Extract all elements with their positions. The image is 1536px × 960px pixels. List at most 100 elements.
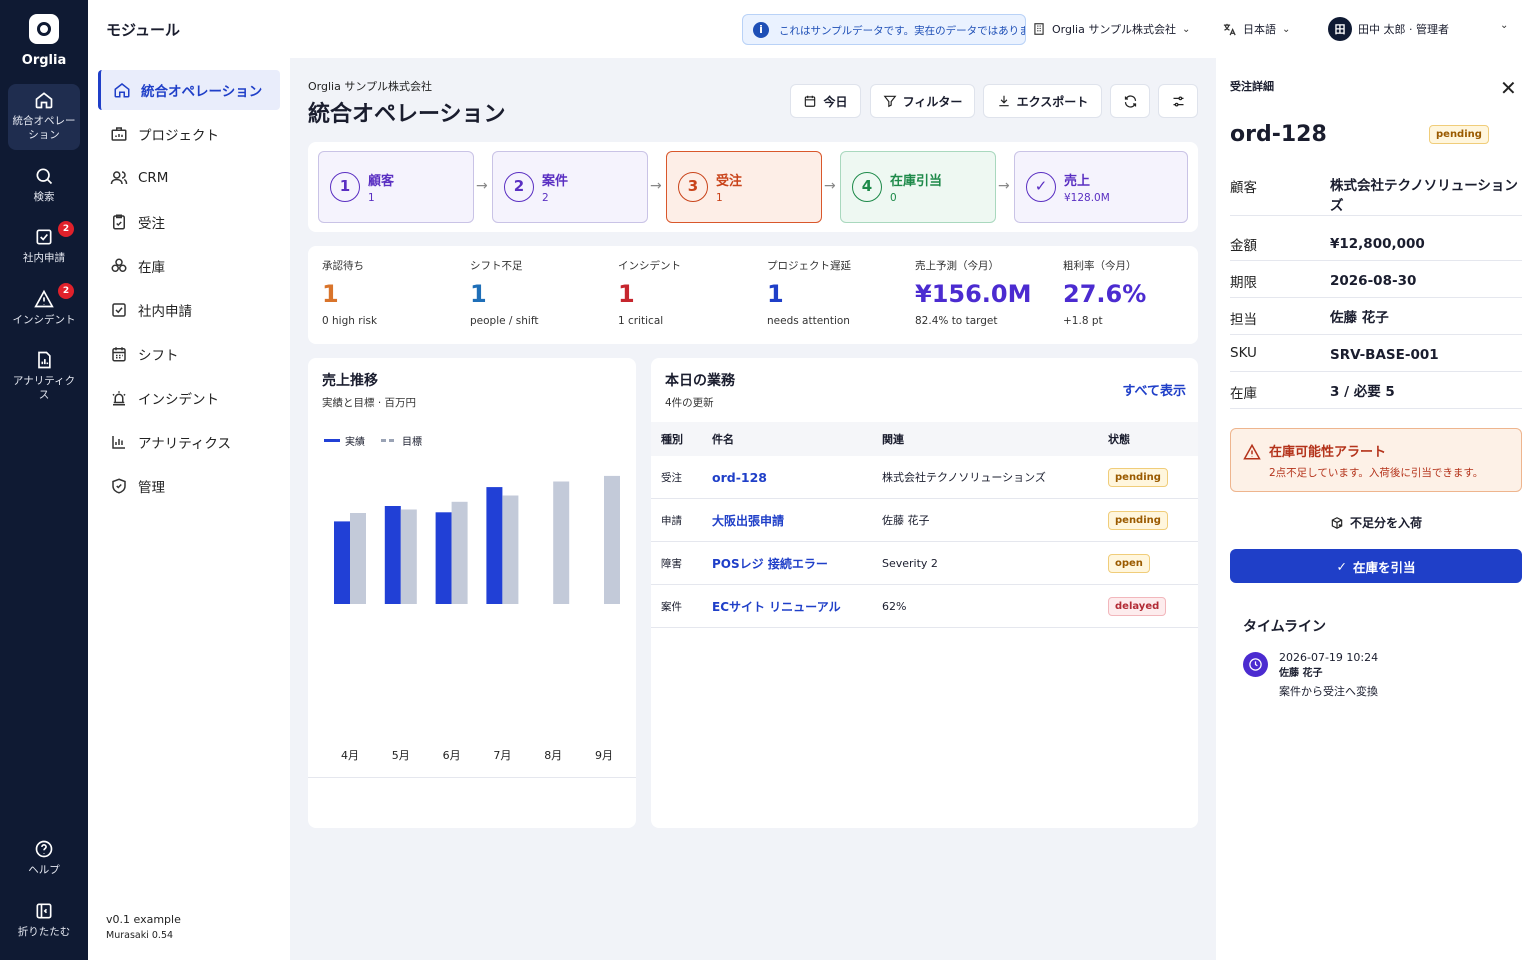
field-label: 担当 bbox=[1230, 312, 1257, 328]
bar-actual[interactable] bbox=[384, 506, 401, 604]
version-label: v0.1 example bbox=[106, 913, 181, 926]
kpi-shift-shortage[interactable]: シフト不足 1 people / shift bbox=[470, 258, 538, 327]
timeline-time: 2026-07-19 10:24 bbox=[1279, 651, 1379, 664]
order-detail-panel: 受注詳細 ✕ ord-128 pending 顧客 株式会社テクノソリューション… bbox=[1216, 58, 1536, 960]
bar-actual[interactable] bbox=[334, 521, 350, 604]
nav-item-projects[interactable]: プロジェクト bbox=[98, 114, 280, 154]
kpi-value: 1 bbox=[322, 280, 339, 308]
nav-item-label: インシデント bbox=[138, 392, 219, 408]
export-button[interactable]: エクスポート bbox=[983, 84, 1102, 118]
users-icon bbox=[110, 171, 128, 185]
filter-icon bbox=[883, 95, 897, 108]
receive-shortage-button[interactable]: 不足分を入荷 bbox=[1230, 514, 1522, 531]
kpi-value: ¥156.0M bbox=[915, 280, 1032, 308]
bar-actual[interactable] bbox=[435, 512, 452, 604]
sample-data-notice: i これはサンプルデータです。実在のデータではありません。 bbox=[742, 14, 1026, 45]
org-breadcrumb: Orglia サンプル株式会社 bbox=[308, 80, 432, 93]
rail-item-search[interactable]: 検索 bbox=[8, 160, 80, 204]
today-button[interactable]: 今日 bbox=[790, 84, 861, 118]
kpi-label: インシデント bbox=[618, 260, 681, 272]
kpi-project-delay[interactable]: プロジェクト遅延 1 needs attention bbox=[767, 258, 851, 327]
nav-item-admin[interactable]: 管理 bbox=[98, 466, 280, 506]
row-name-link[interactable]: ECサイト リニューアル bbox=[712, 585, 841, 627]
bar-target[interactable] bbox=[553, 481, 570, 605]
filter-button[interactable]: フィルター bbox=[870, 84, 975, 118]
nav-item-incidents[interactable]: インシデント bbox=[98, 378, 280, 418]
rail-item-collapse[interactable]: 折りたたむ bbox=[8, 895, 80, 939]
nav-item-operations[interactable]: 統合オペレーション bbox=[98, 70, 280, 110]
chevron-down-icon[interactable]: ⌄ bbox=[1500, 20, 1508, 31]
step-label: 案件 bbox=[542, 174, 569, 189]
step-label: 受注 bbox=[716, 174, 743, 189]
bar-target[interactable] bbox=[451, 501, 468, 604]
nav-item-analytics[interactable]: アナリティクス bbox=[98, 422, 280, 462]
pipeline-step-order[interactable]: 3 受注 1 bbox=[666, 151, 822, 223]
bar-target[interactable] bbox=[400, 509, 417, 605]
org-selector[interactable]: Orglia サンプル株式会社 ⌄ bbox=[1032, 21, 1190, 37]
version-info: v0.1 example Murasaki 0.54 bbox=[106, 912, 181, 944]
table-row[interactable]: 障害 POSレジ 接続エラー Severity 2 open bbox=[651, 542, 1198, 585]
step-number: 4 bbox=[852, 172, 882, 202]
kpi-value: 1 bbox=[618, 280, 635, 308]
pipeline-step-deal[interactable]: 2 案件 2 bbox=[492, 151, 648, 223]
bar-actual[interactable] bbox=[486, 487, 503, 604]
rail-item-operations[interactable]: 統合オペレーション bbox=[8, 84, 80, 150]
kpi-sub: 0 high risk bbox=[322, 315, 378, 327]
rail-item-analytics[interactable]: アナリティクス bbox=[8, 344, 80, 402]
rail-item-requests[interactable]: 社内申請 2 bbox=[8, 221, 80, 265]
refresh-icon bbox=[1124, 94, 1136, 108]
panel-header: 受注詳細 bbox=[1230, 80, 1274, 93]
legend-item-actual: 実績 bbox=[324, 433, 365, 448]
nav-item-requests[interactable]: 社内申請 bbox=[98, 290, 280, 330]
side-nav: 統合オペレーション プロジェクト CRM 受注 在庫 社内申請 シフト インシデ… bbox=[88, 58, 290, 960]
row-name-link[interactable]: 大阪出張申請 bbox=[712, 499, 784, 541]
clipboard-icon bbox=[113, 214, 125, 230]
pipeline-step-sales[interactable]: ✓ 売上 ¥128.0M bbox=[1014, 151, 1188, 223]
step-number: 1 bbox=[330, 172, 360, 202]
siren-icon bbox=[112, 391, 126, 406]
translate-icon bbox=[1223, 23, 1236, 35]
rail-item-label: インシデント bbox=[12, 314, 76, 326]
nav-item-label: 社内申請 bbox=[138, 304, 192, 320]
allocate-stock-button[interactable]: ✓ 在庫を引当 bbox=[1230, 549, 1522, 583]
nav-item-crm[interactable]: CRM bbox=[98, 158, 280, 198]
close-icon[interactable]: ✕ bbox=[1500, 76, 1517, 100]
version-sub: Murasaki 0.54 bbox=[106, 930, 174, 941]
home-icon bbox=[35, 92, 53, 109]
pipeline-step-allocation[interactable]: 4 在庫引当 0 bbox=[840, 151, 996, 223]
kpi-incidents[interactable]: インシデント 1 1 critical bbox=[618, 258, 681, 327]
bar-target[interactable] bbox=[350, 513, 366, 604]
kpi-gross-margin[interactable]: 粗利率（今月） 27.6% +1.8 pt bbox=[1063, 258, 1146, 327]
card-subtitle: 4件の更新 bbox=[665, 397, 714, 409]
refresh-button[interactable] bbox=[1110, 84, 1150, 118]
kpi-strip: 承認待ち 1 0 high risk シフト不足 1 people / shif… bbox=[308, 246, 1198, 344]
bar-target[interactable] bbox=[604, 475, 620, 604]
table-row[interactable]: 案件 ECサイト リニューアル 62% delayed bbox=[651, 585, 1198, 628]
kpi-sales-forecast[interactable]: 売上予測（今月） ¥156.0M 82.4% to target bbox=[915, 258, 1032, 327]
pipeline-step-customer[interactable]: 1 顧客 1 bbox=[318, 151, 474, 223]
table-row[interactable]: 申請 大阪出張申請 佐藤 花子 pending bbox=[651, 499, 1198, 542]
kpi-pending-approvals[interactable]: 承認待ち 1 0 high risk bbox=[322, 258, 377, 327]
kpi-label: 売上予測（今月） bbox=[915, 260, 999, 272]
rail-item-incidents[interactable]: インシデント 2 bbox=[8, 283, 80, 327]
language-selector[interactable]: 日本語 ⌄ bbox=[1222, 21, 1290, 37]
view-all-link[interactable]: すべて表示 bbox=[1122, 380, 1186, 399]
settings-button[interactable] bbox=[1158, 84, 1198, 118]
row-name-link[interactable]: ord-128 bbox=[712, 456, 767, 498]
field-label: 顧客 bbox=[1230, 180, 1257, 196]
nav-item-orders[interactable]: 受注 bbox=[98, 202, 280, 242]
user-menu[interactable]: 田 田中 太郎 · 管理者 bbox=[1328, 17, 1449, 41]
row-name-link[interactable]: POSレジ 接続エラー bbox=[712, 542, 828, 584]
stock-alert: 在庫可能性アラート 2点不足しています。入荷後に引当できます。 bbox=[1230, 428, 1522, 492]
rail-item-help[interactable]: ヘルプ bbox=[8, 833, 80, 877]
step-value: 2 bbox=[542, 192, 549, 204]
notice-text: これはサンプルデータです。実在のデータではありません。 bbox=[779, 25, 1025, 37]
nav-item-inventory[interactable]: 在庫 bbox=[98, 246, 280, 286]
user-name: 田中 太郎 · 管理者 bbox=[1358, 23, 1449, 36]
table-row[interactable]: 受注 ord-128 株式会社テクノソリューションズ pending bbox=[651, 456, 1198, 499]
nav-item-shifts[interactable]: シフト bbox=[98, 334, 280, 374]
notification-badge: 2 bbox=[58, 283, 74, 299]
chevron-down-icon: ⌄ bbox=[1182, 23, 1191, 35]
bar-target[interactable] bbox=[502, 495, 519, 605]
brand[interactable]: Orglia bbox=[0, 14, 88, 68]
